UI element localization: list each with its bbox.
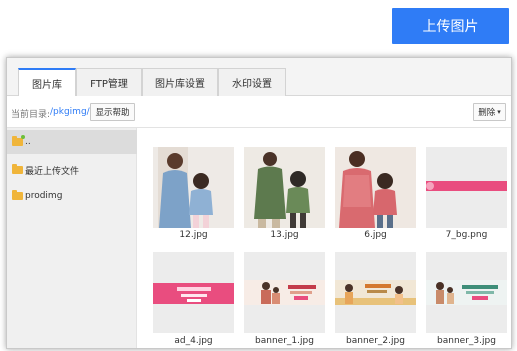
banner-thumbnail bbox=[426, 147, 507, 228]
current-dir-label: 当前目录: bbox=[11, 110, 51, 120]
folder-label: prodimg bbox=[25, 191, 63, 201]
family-photo-thumbnail bbox=[335, 147, 416, 228]
folder-icon bbox=[12, 135, 25, 146]
current-dir-path[interactable]: /pkgimg/ bbox=[50, 107, 90, 117]
folder-label: 最近上传文件 bbox=[25, 166, 80, 177]
tab-library-settings[interactable]: 图片库设置 bbox=[142, 68, 218, 96]
up-arrow-icon bbox=[21, 135, 25, 139]
family-photo-thumbnail bbox=[153, 147, 234, 228]
folder-item-prodimg[interactable]: prodimg bbox=[7, 184, 137, 208]
chevron-down-icon: ▾ bbox=[497, 108, 501, 116]
tab-watermark-settings[interactable]: 水印设置 bbox=[218, 68, 286, 96]
file-thumb-banner_1[interactable] bbox=[244, 252, 325, 333]
toolbar: 当前目录: /pkgimg/ 显示帮助 删除 ▾ bbox=[7, 96, 511, 128]
folder-item-recent-uploads[interactable]: 最近上传文件 bbox=[7, 158, 137, 182]
folder-label: .. bbox=[25, 137, 31, 147]
upload-image-button[interactable]: 上传图片 bbox=[392, 8, 509, 44]
file-thumb-12[interactable] bbox=[153, 147, 234, 228]
file-grid: 12.jpg 13.jpg 6.jpg 7_bg.png ad_4.jpg ba… bbox=[137, 128, 511, 348]
banner-thumbnail bbox=[426, 252, 507, 333]
file-name: 7_bg.png bbox=[445, 230, 488, 240]
file-thumb-banner_2[interactable] bbox=[335, 252, 416, 333]
banner-thumbnail bbox=[244, 252, 325, 333]
file-thumb-banner_3[interactable] bbox=[426, 252, 507, 333]
file-thumb-ad_4[interactable] bbox=[153, 252, 234, 333]
file-thumb-6[interactable] bbox=[335, 147, 416, 228]
file-name: banner_1.jpg bbox=[255, 336, 314, 346]
folder-icon bbox=[12, 164, 23, 174]
tab-ftp-management[interactable]: FTP管理 bbox=[76, 68, 142, 96]
file-thumb-13[interactable] bbox=[244, 147, 325, 228]
image-manager-panel: 图片库 FTP管理 图片库设置 水印设置 当前目录: /pkgimg/ 显示帮助… bbox=[6, 57, 512, 349]
folder-icon bbox=[12, 190, 23, 200]
folder-sidebar: .. 最近上传文件 prodimg bbox=[7, 128, 137, 348]
file-name: ad_4.jpg bbox=[174, 336, 213, 346]
banner-thumbnail bbox=[153, 252, 234, 333]
file-name: 6.jpg bbox=[364, 230, 387, 240]
show-help-button[interactable]: 显示帮助 bbox=[90, 103, 135, 121]
tab-image-library[interactable]: 图片库 bbox=[18, 68, 76, 97]
delete-label: 删除 bbox=[478, 108, 496, 118]
file-name: banner_3.jpg bbox=[437, 336, 496, 346]
delete-dropdown-button[interactable]: 删除 ▾ bbox=[473, 103, 506, 121]
file-name: 13.jpg bbox=[270, 230, 299, 240]
file-thumb-7_bg[interactable] bbox=[426, 147, 507, 228]
file-name: 12.jpg bbox=[179, 230, 208, 240]
tab-bar: 图片库 FTP管理 图片库设置 水印设置 bbox=[7, 58, 511, 97]
folder-item-parent[interactable]: .. bbox=[7, 130, 137, 154]
banner-thumbnail bbox=[335, 252, 416, 333]
family-photo-thumbnail bbox=[244, 147, 325, 228]
file-name: banner_2.jpg bbox=[346, 336, 405, 346]
